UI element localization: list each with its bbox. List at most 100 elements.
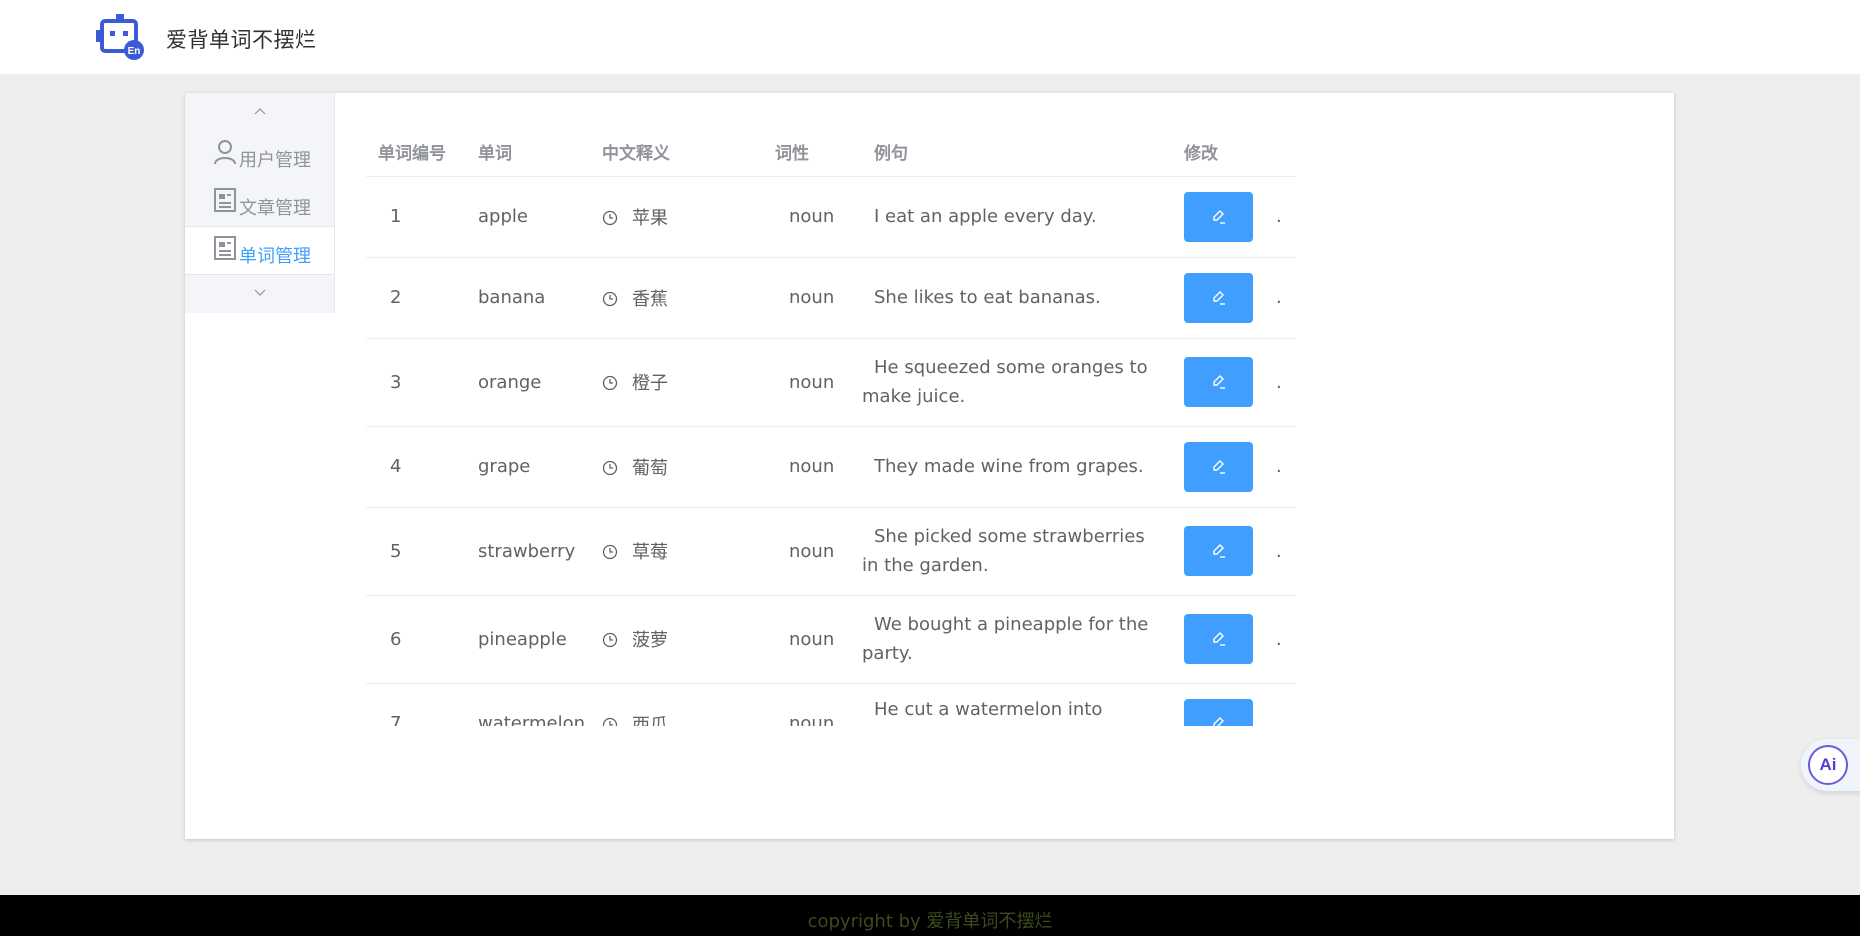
example-sentence: They made wine from grapes. <box>874 456 1144 477</box>
main-card: 用户管理 文章管理 单词管理 单词编号 单词 中文释义 词性 例句 修改 1 a… <box>185 93 1674 839</box>
column-header: 修改 <box>1172 128 1276 177</box>
ai-assistant-button[interactable]: Ai <box>1801 739 1860 791</box>
edit-button[interactable] <box>1184 526 1253 576</box>
word-text: strawberry <box>466 507 590 596</box>
trailing-mark: . <box>1276 257 1296 339</box>
meaning-cell: 葡萄 <box>590 426 763 508</box>
part-of-speech: noun <box>763 426 862 508</box>
part-of-speech: noun <box>763 257 862 339</box>
example-cell: She likes to eat bananas. <box>862 257 1172 339</box>
example-sentence: We bought a pineapple for the party. <box>862 614 1149 664</box>
clock-icon <box>602 375 618 391</box>
word-meaning: 西瓜 <box>632 714 668 727</box>
chevron-down-icon <box>254 289 266 296</box>
scroll-up-button[interactable] <box>185 93 335 131</box>
meaning-cell: 菠萝 <box>590 595 763 684</box>
edit-pencil-icon <box>1212 632 1225 646</box>
chevron-up-icon <box>254 108 266 115</box>
part-of-speech: noun <box>763 507 862 596</box>
sidebar-item-label: 文章管理 <box>239 198 311 219</box>
example-cell: They made wine from grapes. <box>862 426 1172 508</box>
word-table: 单词编号 单词 中文释义 词性 例句 修改 1 apple 苹果 noun I … <box>366 128 1296 726</box>
edit-button[interactable] <box>1184 614 1253 664</box>
word-text: grape <box>466 426 590 508</box>
edit-cell <box>1172 426 1276 508</box>
example-cell: He cut a watermelon into slices. <box>862 683 1172 726</box>
word-meaning: 葡萄 <box>632 457 668 479</box>
sidebar-item-users[interactable]: 用户管理 <box>185 131 334 179</box>
word-meaning: 草莓 <box>632 542 668 563</box>
edit-button[interactable] <box>1184 698 1253 726</box>
app-title: 爱背单词不摆烂 <box>166 28 317 52</box>
sidebar-item-label: 用户管理 <box>239 150 311 171</box>
scroll-down-button[interactable] <box>185 274 335 313</box>
edit-pencil-icon <box>1212 716 1224 726</box>
example-cell: We bought a pineapple for the party. <box>862 595 1172 684</box>
trailing-mark: . <box>1276 176 1296 258</box>
table-header-row: 单词编号 单词 中文释义 词性 例句 修改 <box>366 128 1296 177</box>
word-id: 5 <box>366 507 466 596</box>
table-row: 5 strawberry 草莓 noun She picked some str… <box>366 507 1296 596</box>
column-header: 中文释义 <box>590 128 763 177</box>
word-meaning: 苹果 <box>632 207 668 229</box>
column-header: 单词编号 <box>366 128 466 177</box>
edit-cell <box>1172 338 1276 427</box>
document-icon <box>214 236 236 260</box>
clock-icon <box>602 460 618 475</box>
example-sentence: He squeezed some oranges to make juice. <box>862 357 1148 407</box>
document-icon <box>214 188 236 212</box>
meaning-cell: 苹果 <box>590 176 763 258</box>
edit-pencil-icon <box>1212 375 1225 389</box>
edit-cell <box>1172 595 1276 684</box>
table-row: 4 grape 葡萄 noun They made wine from grap… <box>366 426 1296 508</box>
top-header: En 爱背单词不摆烂 <box>0 0 1860 74</box>
trailing-mark: . <box>1276 683 1296 726</box>
trailing-mark: . <box>1276 507 1296 596</box>
example-sentence: She picked some strawberries in the gard… <box>862 526 1145 576</box>
edit-button[interactable] <box>1184 441 1253 492</box>
clock-icon <box>602 210 618 225</box>
trailing-mark: . <box>1276 338 1296 427</box>
word-meaning: 香蕉 <box>632 288 668 310</box>
sidebar-item-words[interactable]: 单词管理 <box>185 226 334 274</box>
meaning-cell: 西瓜 <box>590 683 763 726</box>
edit-button[interactable] <box>1184 272 1253 323</box>
word-text: orange <box>466 338 590 427</box>
column-header: 单词 <box>466 128 590 177</box>
sidebar-item-articles[interactable]: 文章管理 <box>185 179 334 227</box>
meaning-cell: 橙子 <box>590 338 763 427</box>
word-id: 4 <box>366 426 466 508</box>
edit-button[interactable] <box>1184 191 1253 242</box>
clock-icon <box>602 632 618 648</box>
table-row: 2 banana 香蕉 noun She likes to eat banana… <box>366 257 1296 339</box>
word-text: watermelon <box>466 683 590 726</box>
table-row: 7 watermelon 西瓜 noun He cut a watermelon… <box>366 683 1296 726</box>
clock-icon <box>602 291 618 306</box>
edit-cell <box>1172 176 1276 258</box>
example-sentence: I eat an apple every day. <box>874 206 1097 227</box>
edit-button[interactable] <box>1184 357 1253 407</box>
example-cell: He squeezed some oranges to make juice. <box>862 338 1172 427</box>
word-meaning: 菠萝 <box>632 630 668 651</box>
meaning-cell: 草莓 <box>590 507 763 596</box>
table-row: 6 pineapple 菠萝 noun We bought a pineappl… <box>366 595 1296 684</box>
sidebar-item-label: 单词管理 <box>239 246 311 267</box>
part-of-speech: noun <box>763 683 862 726</box>
word-id: 2 <box>366 257 466 339</box>
example-cell: I eat an apple every day. <box>862 176 1172 258</box>
clock-icon <box>602 717 618 726</box>
word-id: 3 <box>366 338 466 427</box>
trailing-mark: . <box>1276 595 1296 684</box>
part-of-speech: noun <box>763 595 862 684</box>
edit-pencil-icon <box>1212 459 1225 474</box>
word-text: banana <box>466 257 590 339</box>
word-text: pineapple <box>466 595 590 684</box>
word-id: 1 <box>366 176 466 258</box>
user-icon <box>214 140 236 165</box>
example-sentence: He cut a watermelon into slices. <box>874 698 1103 720</box>
footer: copyright by 爱背单词不摆烂 <box>0 895 1860 936</box>
table-row: 3 orange 橙子 noun He squeezed some orange… <box>366 338 1296 427</box>
word-text: apple <box>466 176 590 258</box>
sidebar-menu: 用户管理 文章管理 单词管理 <box>185 93 335 313</box>
word-meaning: 橙子 <box>632 373 668 394</box>
